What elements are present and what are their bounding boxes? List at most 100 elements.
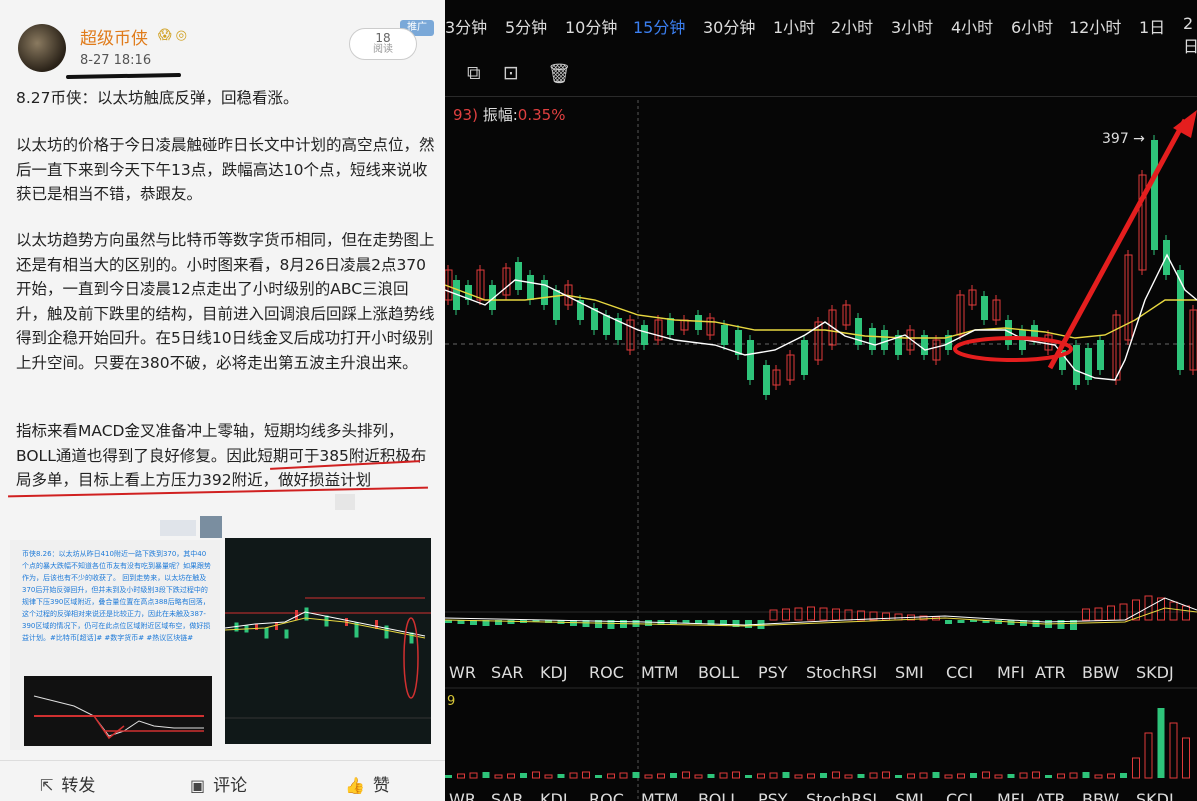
tab-indicator[interactable]: BBW	[1082, 663, 1119, 682]
tab-indicator[interactable]: StochRSI	[806, 663, 877, 682]
volume-bar	[1045, 775, 1052, 778]
volume-bar	[707, 774, 715, 778]
post-paragraph-1: 以太坊的价格于今日凌晨触碰昨日长文中计划的高空点位，然后一直下来到今天下午13点…	[16, 136, 435, 203]
tab-indicator[interactable]: WR	[449, 790, 476, 801]
candle	[603, 315, 610, 335]
macd-bar	[1182, 605, 1190, 621]
volume-bar	[644, 774, 653, 779]
candle	[527, 275, 534, 300]
avatar[interactable]	[18, 24, 66, 72]
volume-bar	[794, 774, 803, 779]
tab-indicator[interactable]: StochRSI	[806, 790, 877, 801]
volume-bar	[1169, 722, 1178, 779]
macd-bar	[682, 620, 690, 623]
volume-bar	[732, 771, 740, 779]
volume-bar	[807, 773, 815, 779]
post-panel: 超级币侠 😱 ◎ 8-27 18:16 推广 18 阅读 8.27币侠：以太坊触…	[0, 0, 445, 801]
trading-chart-panel: 3分钟 5分钟 10分钟 15分钟 30分钟 1小时 2小时 3小时 4小时 6小时 12小时 1日 2…	[445, 0, 1197, 801]
volume-bar	[857, 774, 865, 778]
volume-bar	[532, 771, 540, 779]
volume-bar	[557, 774, 565, 778]
volume-bar	[719, 772, 728, 779]
candle	[747, 340, 754, 380]
image-thumbnail-text[interactable]: 币侠8.26：以太坊从昨日410附近一路下跌到370，其中40个点的暴大跌幅不知…	[10, 540, 220, 750]
tab-indicator[interactable]: PSY	[758, 663, 788, 682]
candle	[881, 330, 888, 350]
hand-drawn-underline	[65, 72, 182, 80]
comment-button[interactable]: ▣ 评论	[190, 771, 247, 796]
volume-bar	[507, 773, 515, 779]
volume-bar	[757, 773, 765, 779]
comment-icon: ▣	[190, 776, 206, 795]
tab-indicator[interactable]: ATR	[1035, 663, 1066, 682]
volume-bar	[957, 773, 965, 779]
tab-indicator[interactable]: MFI	[997, 663, 1025, 682]
volume-bar	[520, 773, 527, 778]
volume-bar	[619, 772, 628, 779]
tab-indicator[interactable]: WR	[449, 663, 476, 682]
volume-bar	[482, 772, 490, 778]
volume-bar	[469, 772, 478, 779]
tab-indicator[interactable]: SMI	[895, 790, 924, 801]
volume-bar	[820, 773, 827, 778]
tab-indicator[interactable]: ATR	[1035, 790, 1066, 801]
tab-indicator[interactable]: SKDJ	[1136, 790, 1174, 801]
volume-bar	[869, 772, 878, 779]
tab-indicator[interactable]: BOLL	[698, 663, 739, 682]
volume-bar	[1120, 773, 1127, 778]
macd-bar	[645, 620, 652, 626]
volume-bar	[632, 772, 640, 778]
macd-bar	[745, 620, 752, 628]
tab-indicator[interactable]: KDJ	[540, 790, 568, 801]
verified-badge-icon: 😱 ◎	[158, 28, 188, 43]
tab-indicator[interactable]: BBW	[1082, 790, 1119, 801]
tab-indicator[interactable]: PSY	[758, 790, 788, 801]
candle	[1151, 140, 1158, 250]
tab-indicator[interactable]: SMI	[895, 663, 924, 682]
candle	[763, 365, 770, 395]
macd-bar	[1169, 601, 1178, 621]
volume-bar	[944, 774, 953, 779]
tab-indicator[interactable]: KDJ	[540, 663, 568, 682]
macd-bar	[819, 607, 828, 621]
username[interactable]: 超级币侠	[80, 24, 148, 49]
candle	[801, 340, 808, 375]
volume-bar	[607, 773, 615, 779]
tab-indicator[interactable]: MFI	[997, 790, 1025, 801]
volume-bar	[1144, 732, 1153, 779]
tab-indicator[interactable]: CCI	[946, 663, 973, 682]
candle	[1073, 345, 1080, 385]
volume-bar	[1069, 772, 1078, 779]
tab-indicator[interactable]: BOLL	[698, 790, 739, 801]
volume-bar	[595, 775, 602, 778]
tab-indicator[interactable]: SKDJ	[1136, 663, 1174, 682]
tab-indicator[interactable]: MTM	[641, 663, 678, 682]
candle	[641, 325, 648, 345]
volume-bar	[994, 774, 1003, 779]
like-label: 赞	[372, 776, 390, 796]
volume-bar	[670, 773, 677, 778]
tab-indicator[interactable]: ROC	[589, 663, 624, 682]
candle	[541, 280, 548, 305]
like-button[interactable]: 👍 赞	[345, 771, 390, 796]
tab-indicator[interactable]: SAR	[491, 663, 524, 682]
share-icon: ⇱	[40, 776, 54, 795]
volume-bar	[1157, 708, 1165, 778]
image-thumbnail-chart[interactable]	[225, 538, 431, 744]
tab-indicator[interactable]: CCI	[946, 790, 973, 801]
volume-bar	[582, 771, 590, 779]
candle	[735, 330, 742, 355]
tab-indicator[interactable]: MTM	[641, 790, 678, 801]
reads-label: 阅读	[373, 44, 393, 55]
tab-indicator[interactable]: SAR	[491, 790, 524, 801]
sub-indicator-value: 9	[447, 694, 456, 709]
macd-bar	[945, 620, 952, 624]
thumbs-up-icon: 👍	[345, 776, 365, 795]
macd-bar	[782, 608, 790, 621]
volume-bar	[745, 775, 752, 778]
tab-indicator[interactable]: ROC	[589, 790, 624, 801]
thumbnail-chart	[24, 676, 212, 746]
forward-button[interactable]: ⇱ 转发	[40, 771, 95, 796]
volume-bar	[844, 774, 853, 779]
candle	[1097, 340, 1104, 370]
